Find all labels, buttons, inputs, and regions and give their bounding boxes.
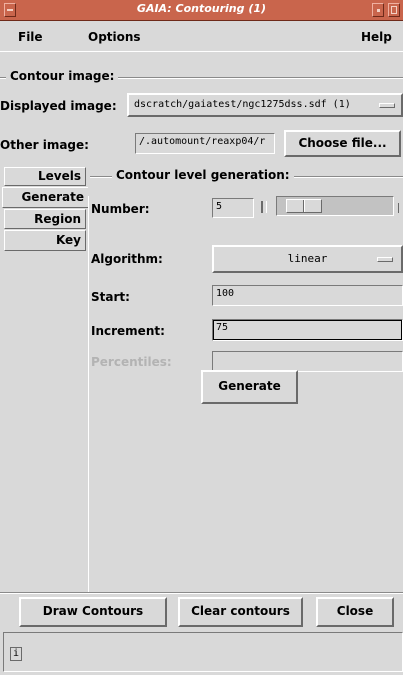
- other-image-label: Other image:: [0, 138, 89, 152]
- displayed-image-label: Displayed image:: [0, 99, 117, 113]
- maximize-icon: [391, 6, 397, 14]
- tab-key[interactable]: Key: [4, 230, 86, 251]
- maximize-button[interactable]: [388, 3, 400, 17]
- info-icon[interactable]: i: [10, 647, 22, 661]
- contour-image-legend: Contour image:: [6, 69, 119, 83]
- menu-bar: File Options Help: [0, 21, 403, 52]
- increment-label: Increment:: [91, 324, 165, 338]
- option-menu-icon: [377, 257, 393, 262]
- number-scale-slider[interactable]: [285, 199, 322, 213]
- menu-file[interactable]: File: [18, 30, 43, 44]
- displayed-image-value: dscratch/gaiatest/ngc1275dss.sdf (1): [134, 99, 351, 110]
- menu-help[interactable]: Help: [361, 30, 392, 44]
- tab-generate[interactable]: Generate: [2, 187, 88, 208]
- draw-contours-button[interactable]: Draw Contours: [19, 597, 167, 627]
- menu-options[interactable]: Options: [88, 30, 141, 44]
- bottom-separator: [0, 592, 403, 594]
- percentiles-input[interactable]: [212, 351, 403, 372]
- option-menu-icon: [379, 103, 395, 108]
- algorithm-select[interactable]: linear: [212, 245, 403, 273]
- tab-region[interactable]: Region: [4, 209, 86, 229]
- start-input[interactable]: 100: [212, 285, 403, 306]
- algorithm-label: Algorithm:: [91, 252, 163, 266]
- minimize-icon: [377, 9, 380, 12]
- close-button[interactable]: Close: [316, 597, 394, 627]
- scale-end-marker: [398, 203, 402, 213]
- number-spin-icon[interactable]: [261, 201, 267, 213]
- percentiles-label: Percentiles:: [91, 355, 172, 369]
- title-bar[interactable]: GAIA: Contouring (1): [0, 0, 403, 21]
- algorithm-value: linear: [287, 252, 328, 265]
- generation-legend: Contour level generation:: [112, 168, 294, 182]
- minimize-button[interactable]: [372, 3, 384, 17]
- number-label: Number:: [91, 202, 150, 216]
- choose-file-button[interactable]: Choose file...: [284, 130, 401, 157]
- start-label: Start:: [91, 290, 130, 304]
- increment-input[interactable]: 75: [212, 319, 403, 341]
- clear-contours-button[interactable]: Clear contours: [178, 597, 303, 627]
- window-title: GAIA: Contouring (1): [136, 2, 267, 15]
- tab-levels[interactable]: Levels: [4, 167, 86, 186]
- displayed-image-select[interactable]: dscratch/gaiatest/ngc1275dss.sdf (1): [127, 93, 403, 117]
- number-input[interactable]: 5: [212, 198, 254, 218]
- status-bar: [3, 632, 403, 672]
- other-image-input[interactable]: /.automount/reaxp04/r: [135, 133, 275, 154]
- generate-button[interactable]: Generate: [201, 370, 298, 404]
